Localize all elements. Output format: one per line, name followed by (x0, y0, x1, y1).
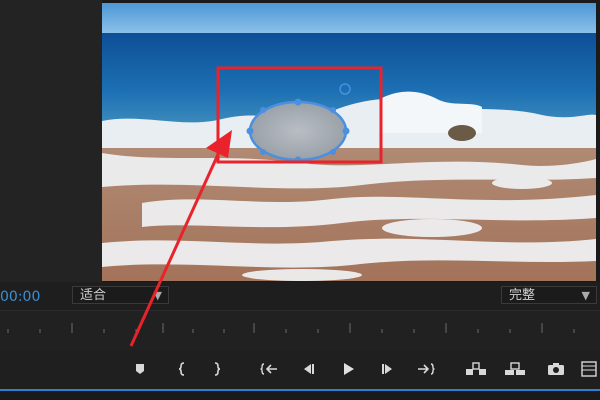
export-frame-button[interactable] (545, 359, 567, 379)
lift-button[interactable] (465, 359, 487, 379)
step-forward-button[interactable] (377, 359, 399, 379)
add-marker-icon (136, 364, 144, 374)
video-preview[interactable] (102, 3, 596, 281)
mark-in-button[interactable] (171, 359, 193, 379)
mark-out-icon (214, 362, 221, 376)
comparison-view-icon (581, 361, 597, 377)
play-icon (344, 363, 354, 375)
extract-icon (505, 362, 525, 375)
play-button[interactable] (337, 359, 359, 379)
playhead-timecode[interactable]: 00:00 (0, 289, 40, 305)
chevron-down-icon: ▼ (581, 289, 590, 302)
resolution-dropdown-value: 完整 (509, 288, 536, 303)
fit-dropdown-value: 适合 (80, 288, 107, 303)
camera-icon (548, 363, 564, 375)
go-to-in-icon (260, 363, 277, 375)
step-forward-icon (382, 364, 392, 374)
mark-out-button[interactable] (206, 359, 228, 379)
sky-area (102, 3, 596, 35)
lift-icon (466, 362, 486, 375)
go-to-in-button[interactable] (258, 359, 280, 379)
rock (448, 125, 476, 141)
go-to-out-icon (418, 363, 435, 375)
go-to-out-button[interactable] (415, 359, 437, 379)
ruler-ticks (7, 323, 575, 333)
mark-in-icon (178, 362, 185, 376)
comparison-view-button[interactable] (578, 359, 600, 379)
step-back-icon (304, 364, 314, 374)
footer-strip (0, 391, 600, 400)
extract-button[interactable] (504, 359, 526, 379)
fit-dropdown[interactable]: 适合 ▼ (72, 286, 169, 304)
chevron-down-icon: ▼ (153, 289, 162, 302)
step-back-button[interactable] (297, 359, 319, 379)
resolution-dropdown[interactable]: 完整 ▼ (501, 286, 597, 304)
add-marker-button[interactable] (129, 359, 151, 379)
time-ruler[interactable] (0, 310, 600, 351)
left-panel (0, 0, 102, 282)
